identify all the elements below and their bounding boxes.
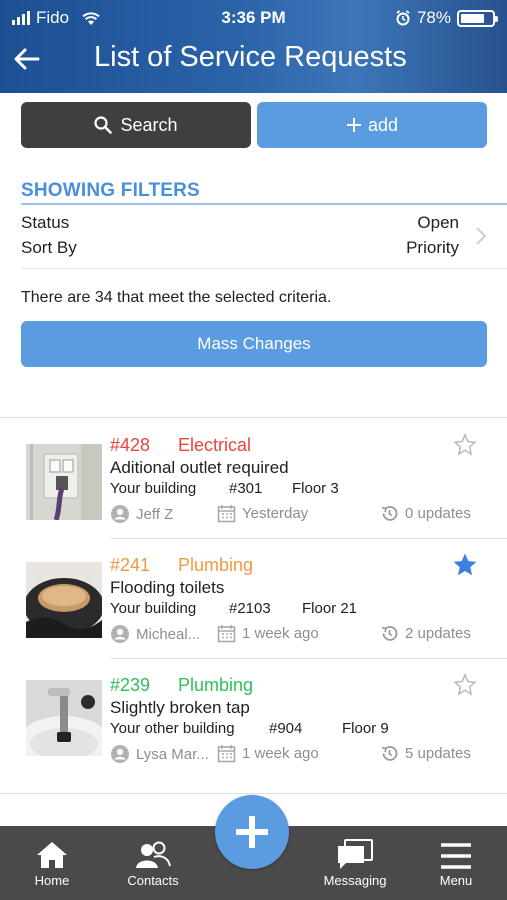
divider — [0, 793, 507, 794]
request-description: Aditional outlet required — [110, 458, 289, 477]
hamburger-menu-icon — [441, 843, 471, 869]
mass-changes-button[interactable]: Mass Changes — [21, 321, 487, 367]
battery-icon — [457, 9, 498, 27]
filter-value: Open — [417, 213, 459, 232]
home-icon — [37, 842, 67, 868]
battery-percent: 78% — [416, 8, 451, 27]
nav-messaging[interactable]: Messaging — [319, 838, 391, 888]
history-icon — [381, 746, 398, 761]
request-category: Electrical — [178, 435, 252, 455]
back-button[interactable] — [12, 44, 42, 74]
criteria-count-text: There are 34 that meet the selected crit… — [21, 289, 332, 306]
page-title: List of Service Requests — [94, 41, 407, 73]
divider — [110, 658, 507, 659]
request-item[interactable]: #241 Plumbing Flooding toilets Your buil… — [0, 540, 507, 660]
search-button-label: Search — [120, 114, 178, 135]
nav-home-label: Home — [34, 873, 70, 888]
filter-value: Priority — [406, 238, 459, 257]
request-assignee: Lysa Mar... — [110, 744, 209, 764]
filter-row-sort: Sort By Priority — [21, 238, 459, 258]
request-photo-toilet — [26, 562, 102, 638]
plus-icon — [346, 118, 361, 132]
add-button-label: add — [367, 114, 399, 135]
request-category: Plumbing — [178, 675, 254, 695]
nav-menu-label: Menu — [439, 873, 473, 888]
request-unit: #2103 — [229, 600, 271, 617]
calendar-icon — [217, 505, 236, 523]
request-date: 1 week ago — [217, 744, 319, 763]
nav-contacts-label: Contacts — [127, 873, 179, 888]
nav-messaging-label: Messaging — [323, 873, 387, 888]
messaging-icon — [338, 839, 373, 869]
request-number: #241 — [110, 555, 151, 575]
status-bar: Fido 3:36 PM 78% — [0, 8, 507, 28]
request-date: 1 week ago — [217, 624, 319, 643]
request-building: Your building — [110, 480, 197, 497]
request-updates: 0 updates — [380, 504, 471, 523]
person-icon — [111, 625, 129, 643]
request-floor: Floor 3 — [292, 480, 339, 497]
alarm-icon — [396, 10, 410, 26]
nav-home[interactable]: Home — [30, 840, 74, 888]
request-item[interactable]: #428 Electrical Aditional outlet require… — [0, 420, 507, 540]
history-icon — [381, 626, 398, 641]
add-button[interactable]: add — [257, 102, 487, 148]
search-icon — [94, 116, 113, 134]
app-header: Fido 3:36 PM 78% List of Service Request… — [0, 0, 507, 93]
request-floor: Floor 9 — [342, 720, 389, 737]
request-photo-tap — [26, 680, 102, 756]
divider — [0, 417, 507, 418]
filter-label: Sort By — [21, 238, 77, 257]
request-unit: #904 — [269, 720, 303, 737]
request-building: Your other building — [110, 720, 235, 737]
request-description: Flooding toilets — [110, 578, 225, 597]
person-icon — [111, 745, 129, 763]
divider — [21, 268, 507, 269]
star-outline-icon[interactable] — [453, 433, 477, 457]
request-item[interactable]: #239 Plumbing Slightly broken tap Your o… — [0, 660, 507, 780]
history-icon — [381, 506, 398, 521]
request-updates: 5 updates — [380, 744, 471, 763]
request-number: #239 — [110, 675, 151, 695]
mass-changes-label: Mass Changes — [197, 334, 311, 353]
filter-label: Status — [21, 213, 70, 232]
divider — [110, 538, 507, 539]
star-outline-icon[interactable] — [453, 673, 477, 697]
star-filled-icon[interactable] — [453, 553, 477, 577]
calendar-icon — [217, 625, 236, 643]
nav-contacts[interactable]: Contacts — [122, 840, 184, 888]
search-button[interactable]: Search — [21, 102, 251, 148]
request-category: Plumbing — [178, 555, 254, 575]
contacts-icon — [136, 841, 171, 868]
request-number: #428 — [110, 435, 151, 455]
arrow-left-icon — [14, 48, 40, 70]
filter-row-status: Status Open — [21, 213, 459, 233]
request-assignee: Micheal... — [110, 624, 200, 644]
request-building: Your building — [110, 600, 197, 617]
request-floor: Floor 21 — [302, 600, 358, 617]
chevron-right-icon — [476, 227, 487, 245]
filters-heading: SHOWING FILTERS — [21, 180, 200, 201]
plus-icon — [236, 816, 268, 848]
nav-menu[interactable]: Menu — [436, 842, 476, 888]
request-assignee: Jeff Z — [110, 504, 173, 524]
request-updates: 2 updates — [380, 624, 471, 643]
request-description: Slightly broken tap — [110, 698, 250, 717]
person-icon — [111, 505, 129, 523]
request-unit: #301 — [229, 480, 263, 497]
floating-add-button[interactable] — [215, 795, 289, 869]
request-date: Yesterday — [217, 504, 308, 523]
calendar-icon — [217, 745, 236, 763]
filters-underline — [21, 203, 507, 205]
request-photo-outlet — [26, 444, 102, 520]
